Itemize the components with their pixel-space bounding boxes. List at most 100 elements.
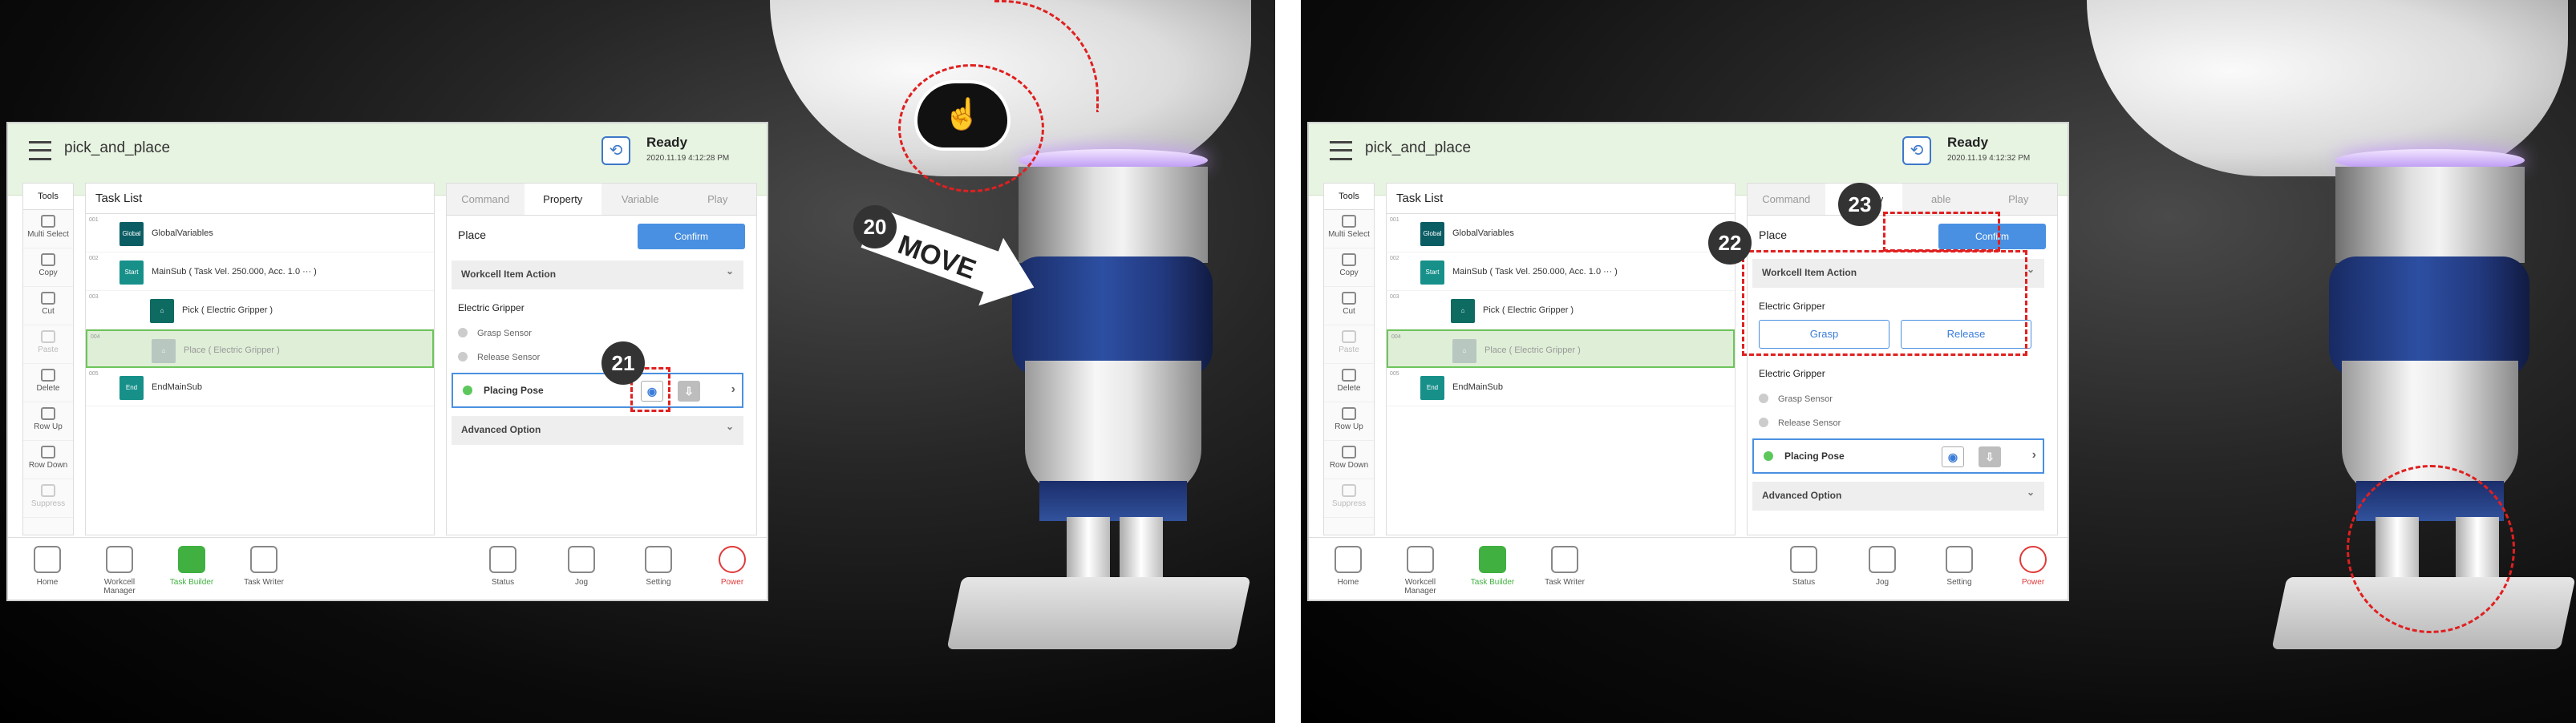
nav-status[interactable]: Status: [1776, 546, 1832, 587]
task-row[interactable]: 002 Start MainSub ( Task Vel. 250.000, A…: [1387, 252, 1735, 291]
tool-delete[interactable]: Delete: [1324, 364, 1374, 402]
robot-gripper-housing: [2329, 256, 2529, 377]
nav-workcell-manager[interactable]: Workcell Manager: [1392, 546, 1448, 596]
start-icon: Start: [119, 261, 144, 285]
tool-suppress[interactable]: Suppress: [23, 479, 73, 518]
step-badge-21: 21: [601, 341, 645, 385]
menu-icon[interactable]: [29, 141, 51, 160]
hand-guide-icon: ☝: [914, 80, 1011, 151]
release-sensor-radio[interactable]: Release Sensor: [1759, 418, 1841, 428]
tool-row-up[interactable]: Row Up: [23, 402, 73, 441]
chevron-right-icon[interactable]: ›: [731, 382, 735, 397]
nav-setting[interactable]: Setting: [1931, 546, 1987, 587]
release-sensor-radio[interactable]: Release Sensor: [458, 352, 540, 362]
tab-property[interactable]: Property: [524, 184, 601, 215]
task-row[interactable]: 001 Global Var. GlobalVariables: [86, 214, 434, 261]
advanced-option-section[interactable]: Advanced Option: [452, 416, 743, 445]
bottom-nav: Home Workcell Manager Task Builder Task …: [8, 537, 767, 600]
tools-panel: Tools Multi Select Copy Cut Paste Delete…: [1323, 183, 1375, 535]
chevron-right-icon[interactable]: ›: [2032, 448, 2036, 462]
status-label: Ready: [1947, 135, 1989, 150]
multi-select-icon: [41, 215, 55, 228]
status-time: 2020.11.19 4:12:28 PM: [646, 154, 730, 163]
advanced-option-section[interactable]: Advanced Option: [1752, 482, 2044, 511]
task-row-selected[interactable]: 004 ⌂ Place ( Electric Gripper ): [1387, 329, 1735, 368]
nav-home[interactable]: Home: [1320, 546, 1376, 587]
tab-bar: Command Property able Play: [1748, 184, 2057, 216]
task-row[interactable]: 002 Start MainSub ( Task Vel. 250.000, A…: [86, 252, 434, 291]
status-time: 2020.11.19 4:12:32 PM: [1947, 154, 2031, 163]
task-row[interactable]: 001 Global Var. GlobalVariables: [1387, 214, 1735, 261]
task-builder-icon: [178, 546, 205, 573]
nav-task-writer[interactable]: Task Writer: [236, 546, 292, 587]
gripper-icon: ⌂: [1452, 339, 1476, 363]
row-down-icon: [41, 446, 55, 458]
task-row[interactable]: 005 End EndMainSub: [86, 368, 434, 406]
property-title: Place: [1759, 228, 1788, 241]
download-icon[interactable]: ⇩: [678, 381, 700, 402]
tab-bar: Command Property Variable Play: [447, 184, 756, 216]
tool-copy[interactable]: Copy: [1324, 248, 1374, 287]
grasp-sensor-radio[interactable]: Grasp Sensor: [1759, 394, 1833, 404]
robot-status-icon[interactable]: ⟲: [1902, 136, 1931, 165]
placing-pose-row[interactable]: Placing Pose ◉ ⇩ ›: [452, 373, 743, 408]
nav-home[interactable]: Home: [19, 546, 75, 587]
nav-jog[interactable]: Jog: [553, 546, 610, 587]
tool-cut[interactable]: Cut: [23, 287, 73, 325]
step-badge-20: 20: [853, 205, 897, 248]
status-label: Ready: [646, 135, 688, 150]
tab-play[interactable]: Play: [679, 184, 757, 215]
tool-delete[interactable]: Delete: [23, 364, 73, 402]
tool-multi-select[interactable]: Multi Select: [23, 210, 73, 248]
task-list-panel: Task List 001 Global Var. GlobalVariable…: [85, 183, 435, 535]
gripper-action-highlight: [1742, 250, 2027, 356]
row-down-icon: [1342, 446, 1356, 458]
tab-command[interactable]: Command: [447, 184, 525, 215]
gripper-icon: ⌂: [150, 299, 174, 323]
tab-command[interactable]: Command: [1748, 184, 1825, 215]
placing-pose-row[interactable]: Placing Pose ◉ ⇩ ›: [1752, 438, 2044, 474]
nav-power[interactable]: Power: [704, 546, 760, 587]
robot-gripper-body: [1025, 361, 1201, 497]
workcell-item-action-section[interactable]: Workcell Item Action: [452, 261, 743, 289]
download-icon[interactable]: ⇩: [1979, 446, 2001, 467]
task-row[interactable]: 003 ⌂ Pick ( Electric Gripper ): [86, 291, 434, 329]
tool-paste[interactable]: Paste: [1324, 325, 1374, 364]
task-row[interactable]: 005 End EndMainSub: [1387, 368, 1735, 406]
nav-task-builder[interactable]: Task Builder: [164, 546, 220, 587]
tool-copy[interactable]: Copy: [23, 248, 73, 287]
gear-icon: [645, 546, 672, 573]
tools-title: Tools: [23, 184, 73, 210]
parts-tray: [946, 577, 1251, 649]
suppress-icon: [41, 484, 55, 497]
nav-status[interactable]: Status: [475, 546, 531, 587]
tool-row-down[interactable]: Row Down: [1324, 441, 1374, 479]
tool-row-up[interactable]: Row Up: [1324, 402, 1374, 441]
tool-suppress[interactable]: Suppress: [1324, 479, 1374, 518]
nav-task-builder[interactable]: Task Builder: [1464, 546, 1521, 587]
nav-workcell-manager[interactable]: Workcell Manager: [91, 546, 148, 596]
task-list-title: Task List: [1387, 184, 1735, 214]
bottom-nav: Home Workcell Manager Task Builder Task …: [1309, 537, 2068, 600]
nav-power[interactable]: Power: [2005, 546, 2061, 587]
tool-row-down[interactable]: Row Down: [23, 441, 73, 479]
grasp-sensor-radio[interactable]: Grasp Sensor: [458, 328, 532, 338]
menu-icon[interactable]: [1330, 141, 1352, 160]
nav-jog[interactable]: Jog: [1854, 546, 1910, 587]
nav-task-writer[interactable]: Task Writer: [1537, 546, 1593, 587]
tab-variable[interactable]: able: [1902, 184, 1980, 215]
robot-status-icon[interactable]: ⟲: [601, 136, 630, 165]
tool-paste[interactable]: Paste: [23, 325, 73, 364]
task-writer-icon: [250, 546, 277, 573]
tab-play[interactable]: Play: [1980, 184, 2058, 215]
task-row[interactable]: 003 ⌂ Pick ( Electric Gripper ): [1387, 291, 1735, 329]
target-pose-icon[interactable]: ◉: [1942, 446, 1964, 467]
nav-setting[interactable]: Setting: [630, 546, 687, 587]
confirm-button[interactable]: Confirm: [638, 224, 745, 249]
tab-variable[interactable]: Variable: [601, 184, 679, 215]
global-var-icon: Global Var.: [1420, 222, 1444, 261]
task-row-selected[interactable]: 004 ⌂ Place ( Electric Gripper ): [86, 329, 434, 368]
cut-icon: [41, 292, 55, 305]
tool-cut[interactable]: Cut: [1324, 287, 1374, 325]
tool-multi-select[interactable]: Multi Select: [1324, 210, 1374, 248]
